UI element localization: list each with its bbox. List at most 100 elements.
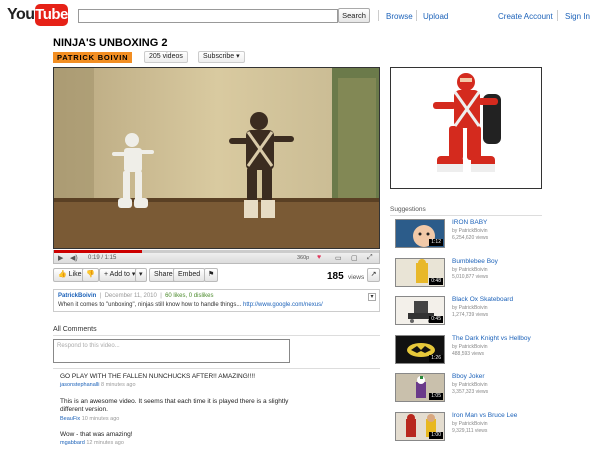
comment-text: This is an awesome video. It seems that … (60, 398, 289, 413)
video-player[interactable] (53, 67, 380, 249)
suggestion-thumbnail[interactable]: 1:12 (395, 219, 445, 248)
suggestion-thumbnail[interactable]: 1:00 (395, 412, 445, 441)
subscribe-button[interactable]: Subscribe ▾ (198, 51, 245, 63)
logo-tube-text: Tube (35, 4, 68, 26)
suggestion-author: by PatrickBoivin (452, 382, 488, 388)
sign-in-link[interactable]: Sign In (565, 12, 590, 21)
thumbs-up-icon: 👍 (58, 271, 67, 278)
description-box: PatrickBoivin | December 11, 2010 | 60 l… (53, 289, 380, 312)
suggestion-title[interactable]: Iron Man vs Bruce Lee (452, 412, 517, 419)
create-account-link[interactable]: Create Account (498, 12, 553, 21)
progress-fill (54, 250, 142, 253)
player-controls[interactable]: ▶ ◀) 0:19 / 1:15 360p ♥ ▭ ▢ ⤢ (53, 250, 380, 264)
embed-button[interactable]: Embed (173, 268, 206, 282)
search-button[interactable]: Search (338, 8, 370, 23)
duration-badge: 1:12 (429, 239, 443, 246)
suggestion-item[interactable]: 0:45 Black Ox Skateboard by PatrickBoivi… (395, 296, 545, 330)
comment-meta: mgabbard 12 minutes ago (60, 440, 124, 446)
channel-badge[interactable]: PATRICK BOIVIN (53, 52, 133, 63)
widescreen-icon[interactable]: ▢ (351, 254, 358, 262)
divider (53, 335, 380, 336)
play-icon[interactable]: ▶ (58, 254, 63, 262)
comment-user[interactable]: BeauFix (60, 416, 80, 422)
divider (390, 215, 542, 216)
description-date: December 11, 2010 (104, 293, 157, 299)
comment-input[interactable]: Respond to this video... (53, 339, 290, 363)
suggestion-views: 1,274,739 views (452, 312, 489, 318)
suggestion-views: 3,357,323 views (452, 389, 489, 395)
featured-image[interactable] (390, 67, 542, 189)
all-comments-header: All Comments (53, 326, 97, 333)
comment-meta: BeauFix 10 minutes ago (60, 416, 119, 422)
stats-button[interactable]: ↗ (367, 268, 380, 282)
suggestion-item[interactable]: 1:05 Bboy Joker by PatrickBoivin 3,357,3… (395, 373, 545, 407)
time-display: 0:19 / 1:15 (88, 255, 117, 261)
chevron-down-icon: ▾ (236, 53, 240, 60)
fullscreen-icon[interactable]: ⤢ (367, 254, 373, 262)
suggestion-views: 9,329,111 views (452, 428, 488, 434)
suggestion-views: 5,010,877 views (452, 274, 489, 280)
suggestion-author: by PatrickBoivin (452, 344, 488, 350)
suggestion-title[interactable]: Bumblebee Boy (452, 258, 498, 265)
description-text-row: When it comes to "unboxing", ninjas stil… (58, 302, 323, 308)
suggestion-views: 488,593 views (452, 351, 484, 357)
view-count-label: views (348, 274, 365, 281)
suggestion-title[interactable]: Bboy Joker (452, 373, 485, 380)
suggestions-header: Suggestions (390, 206, 426, 213)
add-to-label: + Add to (104, 271, 130, 278)
search-input[interactable] (78, 9, 338, 23)
dislike-button[interactable]: 👎 (82, 268, 99, 282)
suggestion-views: 6,254,620 views (452, 235, 489, 241)
duration-badge: 0:48 (429, 278, 443, 285)
dislike-icon: 👎 (86, 271, 95, 278)
volume-icon[interactable]: ◀) (70, 254, 78, 262)
comment-age: 8 minutes ago (100, 382, 136, 388)
suggestion-item[interactable]: 1:26 The Dark Knight vs Hellboy by Patri… (395, 335, 545, 369)
view-count: 185 (327, 271, 344, 282)
add-to-dropdown[interactable]: ▾ (135, 268, 147, 282)
suggestion-item[interactable]: 1:12 IRON BABY by PatrickBoivin 6,254,62… (395, 219, 545, 253)
comment-age: 12 minutes ago (86, 440, 124, 446)
heart-icon[interactable]: ♥ (317, 254, 321, 261)
suggestion-thumbnail[interactable]: 0:48 (395, 258, 445, 287)
quality-selector[interactable]: 360p (297, 255, 309, 261)
progress-bar[interactable] (54, 250, 379, 253)
upload-link[interactable]: Upload (423, 12, 448, 21)
suggestion-title[interactable]: The Dark Knight vs Hellboy (452, 335, 531, 342)
suggestion-author: by PatrickBoivin (452, 267, 488, 273)
suggestion-thumbnail[interactable]: 1:05 (395, 373, 445, 402)
subscribe-label: Subscribe (203, 53, 235, 60)
videos-count-button[interactable]: 205 videos (144, 51, 188, 63)
suggestion-item[interactable]: 1:00 Iron Man vs Bruce Lee by PatrickBoi… (395, 412, 545, 446)
description-link[interactable]: http://www.google.com/nexus/ (243, 302, 323, 308)
suggestion-title[interactable]: IRON BABY (452, 219, 487, 226)
video-title: NINJA'S UNBOXING 2 (53, 37, 168, 49)
divider (53, 368, 380, 369)
duration-badge: 1:00 (429, 432, 443, 439)
youtube-logo[interactable]: You Tube (7, 4, 68, 28)
suggestion-author: by PatrickBoivin (452, 421, 488, 427)
description-author[interactable]: PatrickBoivin (58, 293, 96, 299)
comment-user[interactable]: jasonstephanalli (60, 382, 99, 388)
suggestion-item[interactable]: 0:48 Bumblebee Boy by PatrickBoivin 5,01… (395, 258, 545, 292)
comment-text: GO PLAY WITH THE FALLEN NUNCHUCKS AFTER!… (60, 373, 256, 380)
suggestion-author: by PatrickBoivin (452, 228, 488, 234)
suggestion-thumbnail[interactable]: 1:26 (395, 335, 445, 364)
duration-badge: 0:45 (429, 316, 443, 323)
description-meta: PatrickBoivin | December 11, 2010 | 60 l… (58, 293, 214, 299)
suggestion-title[interactable]: Black Ox Skateboard (452, 296, 513, 303)
expand-icon[interactable]: ▾ (368, 293, 376, 301)
chevron-down-icon: ▾ (139, 271, 143, 278)
description-text: When it comes to "unboxing", ninjas stil… (58, 302, 242, 308)
comment-text: Wow - that was amazing! (60, 431, 133, 438)
like-label: Like (68, 271, 82, 278)
comment-placeholder: Respond to this video... (57, 343, 120, 349)
flag-button[interactable]: ⚑ (204, 268, 219, 282)
comment-user[interactable]: mgabbard (60, 440, 85, 446)
flag-icon: ⚑ (208, 271, 215, 278)
video-frame (54, 68, 379, 248)
suggestion-thumbnail[interactable]: 0:45 (395, 296, 445, 325)
popout-icon[interactable]: ▭ (335, 254, 342, 262)
nav-divider (378, 10, 379, 21)
browse-link[interactable]: Browse (386, 12, 413, 21)
